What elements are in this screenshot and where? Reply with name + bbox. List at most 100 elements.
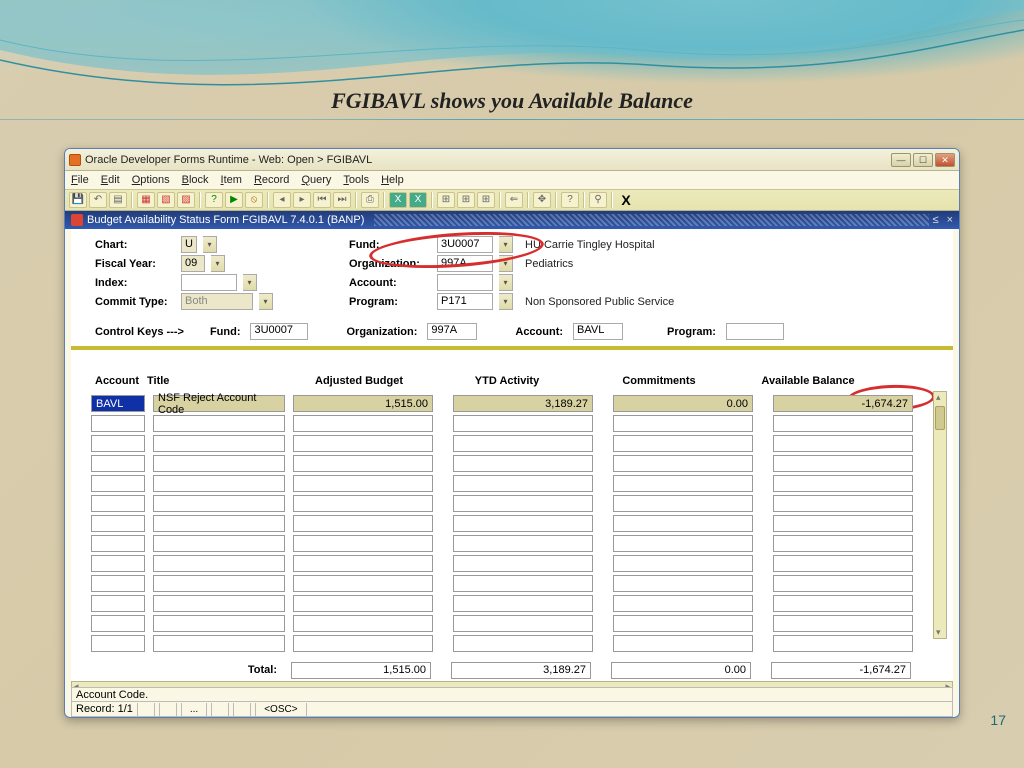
table-row[interactable] [91,575,929,593]
table-row[interactable] [91,415,929,433]
execute-query-icon[interactable]: ▶ [225,192,243,208]
fund-input[interactable]: 3U0007 [437,236,493,253]
print-icon[interactable]: ⎙ [361,192,379,208]
cell-account[interactable] [91,455,145,472]
close-form-button[interactable]: X [617,192,635,208]
cell-account[interactable] [91,415,145,432]
cell-account[interactable] [91,615,145,632]
maximize-button[interactable]: ☐ [913,153,933,167]
prev-record-icon[interactable]: ◂ [273,192,291,208]
excel-icon-2[interactable]: X [409,192,427,208]
table-row[interactable] [91,515,929,533]
menu-options[interactable]: Options [132,174,170,186]
enter-query-icon[interactable]: ? [205,192,223,208]
ck-fund-input[interactable]: 3U0007 [250,323,308,340]
cell-avail [773,615,913,632]
cell-title [153,435,285,452]
organization-input[interactable]: 997A [437,255,493,272]
cell-account[interactable] [91,595,145,612]
program-dropdown-icon[interactable]: ▾ [499,293,513,310]
help-icon[interactable]: ? [561,192,579,208]
insert-icon[interactable]: ▦ [137,192,155,208]
ck-org-input[interactable]: 997A [427,323,477,340]
cell-title [153,535,285,552]
cell-account[interactable] [91,555,145,572]
cell-avail [773,635,913,652]
commit-type-input[interactable]: Both [181,293,253,310]
remove-icon[interactable]: ▧ [157,192,175,208]
cell-ytd [453,415,593,432]
cell-adjusted [293,615,433,632]
table-row[interactable] [91,455,929,473]
fund-dropdown-icon[interactable]: ▾ [499,236,513,253]
prev-block-icon[interactable]: ⏮ [313,192,331,208]
cancel-query-icon[interactable]: ⦸ [245,192,263,208]
menu-item[interactable]: Item [221,174,242,186]
page-icon[interactable]: ▤ [109,192,127,208]
organization-dropdown-icon[interactable]: ▾ [499,255,513,272]
table-row[interactable] [91,555,929,573]
back-icon[interactable]: ⇐ [505,192,523,208]
table-row[interactable] [91,595,929,613]
cell-account[interactable]: BAVL [91,395,145,412]
table-row[interactable] [91,475,929,493]
menu-file[interactable]: File [71,174,89,186]
nav-icon-3[interactable]: ⊞ [477,192,495,208]
cell-commit [613,475,753,492]
cell-commit [613,495,753,512]
excel-icon[interactable]: X [389,192,407,208]
nav-icon-1[interactable]: ⊞ [437,192,455,208]
cell-title [153,455,285,472]
minimize-button[interactable]: — [891,153,911,167]
table-row[interactable] [91,435,929,453]
next-block-icon[interactable]: ⏭ [333,192,351,208]
program-input[interactable]: P171 [437,293,493,310]
rollback-icon[interactable]: ↶ [89,192,107,208]
status-bar: Account Code. Record: 1/1 ... <OSC> [71,687,953,717]
commit-type-dropdown-icon[interactable]: ▾ [259,293,273,310]
ck-program-input[interactable] [726,323,784,340]
account-dropdown-icon[interactable]: ▾ [499,274,513,291]
table-row[interactable] [91,635,929,653]
cell-adjusted [293,415,433,432]
close-button[interactable]: ✕ [935,153,955,167]
fiscal-year-dropdown-icon[interactable]: ▾ [211,255,225,272]
cell-account[interactable] [91,515,145,532]
menu-help[interactable]: Help [381,174,404,186]
fiscal-year-input[interactable]: 09 [181,255,205,272]
results-table: Account Title Adjusted Budget YTD Activi… [71,365,953,683]
table-row[interactable] [91,615,929,633]
chart-input[interactable]: U [181,236,197,253]
save-icon[interactable]: 💾 [69,192,87,208]
table-row[interactable] [91,495,929,513]
table-row[interactable] [91,535,929,553]
ck-account-input[interactable]: BAVL [573,323,623,340]
col-commitments: Commitments [583,375,735,387]
duplicate-icon[interactable]: ▨ [177,192,195,208]
menu-tools[interactable]: Tools [343,174,369,186]
cell-ytd [453,635,593,652]
menu-query[interactable]: Query [301,174,331,186]
form-minimize-icon[interactable]: ≤ [933,214,939,226]
menu-edit[interactable]: Edit [101,174,120,186]
account-input[interactable] [437,274,493,291]
chart-dropdown-icon[interactable]: ▾ [203,236,217,253]
index-dropdown-icon[interactable]: ▾ [243,274,257,291]
next-record-icon[interactable]: ▸ [293,192,311,208]
nav-icon-2[interactable]: ⊞ [457,192,475,208]
vertical-scrollbar[interactable] [933,391,947,639]
cell-account[interactable] [91,495,145,512]
index-input[interactable] [181,274,237,291]
cell-account[interactable] [91,435,145,452]
table-row[interactable]: BAVLNSF Reject Account Code1,515.003,189… [91,395,929,413]
form-close-icon[interactable]: × [947,214,953,226]
menu-block[interactable]: Block [182,174,209,186]
menu-record[interactable]: Record [254,174,289,186]
cell-account[interactable] [91,575,145,592]
flag-icon[interactable]: ⚲ [589,192,607,208]
cell-account[interactable] [91,635,145,652]
move-icon[interactable]: ✥ [533,192,551,208]
cell-account[interactable] [91,475,145,492]
cell-account[interactable] [91,535,145,552]
ck-account-label: Account: [515,326,563,338]
